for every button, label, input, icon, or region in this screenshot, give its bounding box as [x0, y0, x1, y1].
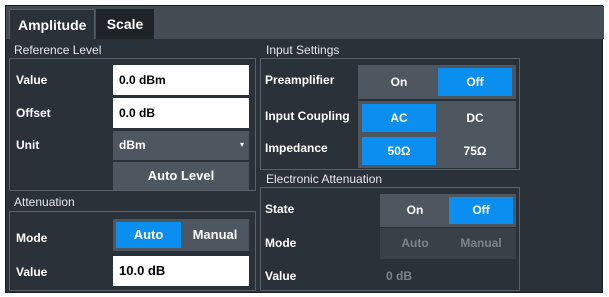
ea-mode-auto-button[interactable]: Auto [383, 230, 447, 256]
input-coupling-label: Input Coupling [265, 109, 350, 123]
ref-value-label: Value [16, 73, 48, 87]
attenuation-title: Attenuation [14, 195, 75, 209]
tab-scale[interactable]: Scale [96, 9, 154, 39]
ea-state-off-button[interactable]: Off [449, 197, 513, 224]
electronic-attenuation-title: Electronic Attenuation [266, 172, 383, 186]
amplitude-dialog: Amplitude Scale Reference Level Value 0.… [5, 5, 604, 293]
att-mode-auto-button[interactable]: Auto [116, 222, 181, 248]
att-value-field[interactable]: 10.0 dB [113, 256, 249, 286]
ea-mode-label: Mode [265, 236, 297, 250]
tab-bar: Amplitude Scale [6, 6, 604, 39]
auto-level-button[interactable]: Auto Level [113, 162, 249, 190]
chevron-down-icon: ▾ [240, 140, 245, 149]
ea-mode-manual-button[interactable]: Manual [449, 230, 513, 256]
unit-dropdown-value: dBm [119, 138, 146, 152]
coupling-dc-button[interactable]: DC [438, 104, 512, 132]
ea-value-label: Value [265, 269, 297, 283]
impedance-label: Impedance [265, 141, 328, 155]
reference-level-title: Reference Level [14, 43, 102, 57]
coupling-ac-button[interactable]: AC [362, 104, 436, 132]
ea-value-field[interactable]: 0 dB [386, 269, 412, 283]
ea-state-on-button[interactable]: On [383, 197, 447, 224]
ref-unit-label: Unit [16, 138, 40, 152]
preamplifier-label: Preamplifier [265, 73, 335, 87]
att-mode-label: Mode [16, 231, 48, 245]
ref-value-field[interactable]: 0.0 dBm [113, 65, 249, 95]
input-settings-title: Input Settings [266, 43, 340, 57]
tab-amplitude[interactable]: Amplitude [9, 9, 95, 39]
preamp-on-button[interactable]: On [362, 68, 436, 96]
impedance-75-button[interactable]: 75Ω [438, 137, 512, 165]
att-mode-manual-button[interactable]: Manual [183, 222, 247, 248]
ea-state-label: State [265, 202, 295, 216]
preamp-off-button[interactable]: Off [438, 68, 512, 96]
att-value-label: Value [16, 265, 48, 279]
ref-offset-label: Offset [16, 106, 51, 120]
ref-offset-field[interactable]: 0.0 dB [113, 98, 249, 128]
unit-dropdown[interactable]: dBm [113, 131, 249, 160]
impedance-50-button[interactable]: 50Ω [362, 137, 436, 165]
